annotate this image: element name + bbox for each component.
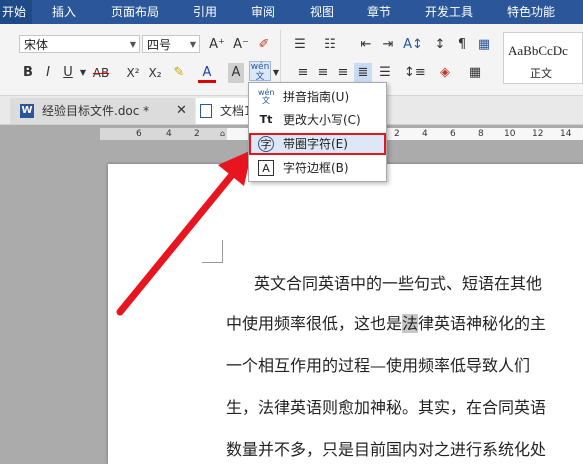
menu-item-label: 带圈字符(E) [283,137,348,151]
annotation-arrow [116,150,252,316]
menu-item-character-border[interactable]: A 字符边框(B) [249,157,386,179]
pinyin-icon: wén 文 [258,88,275,105]
menu-item-pinyin-guide[interactable]: wén 文 拼音指南(U) [249,86,386,108]
character-border-icon: A [258,160,274,176]
change-case-icon: Tt [259,113,273,126]
menu-item-label: 字符边框(B) [283,161,349,175]
menu-item-label: 更改大小写(C) [283,113,361,127]
menu-item-label: 拼音指南(U) [283,90,350,104]
menu-item-enclose-characters[interactable]: 字 带圈字符(E) [249,133,386,155]
text-effects-dropdown: wén 文 拼音指南(U) Tt 更改大小写(C) 字 带圈字符(E) A 字符边… [248,82,387,182]
enclosed-character-icon: 字 [258,136,274,152]
menu-item-change-case[interactable]: Tt 更改大小写(C) [249,109,386,131]
